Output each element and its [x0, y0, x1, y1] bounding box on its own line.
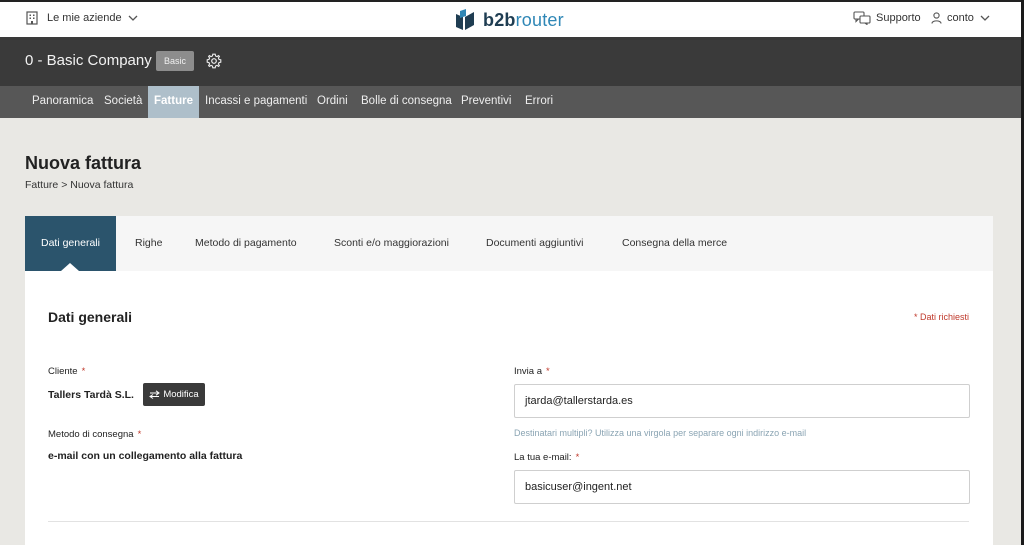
top-bar: Le mie aziende b2brouter Supporto conto	[0, 0, 1024, 37]
client-label: Cliente *	[48, 366, 85, 377]
client-value: Tallers Tardà S.L.	[48, 389, 134, 401]
required-star: *	[575, 452, 580, 463]
breadcrumb: Fatture > Nuova fattura	[25, 179, 133, 191]
logo-text-light: router	[515, 9, 564, 30]
chat-icon	[853, 11, 871, 25]
breadcrumb-current: Nuova fattura	[70, 179, 134, 191]
account-label: conto	[947, 12, 974, 24]
companies-label: Le mie aziende	[47, 12, 122, 24]
send-to-label: Invia a *	[514, 366, 550, 377]
company-bar: 0 - Basic Company	[0, 37, 1021, 86]
chevron-down-icon	[980, 15, 990, 21]
gear-icon[interactable]	[206, 53, 222, 69]
tab-documenti-aggiuntivi[interactable]: Documenti aggiuntivi	[486, 216, 583, 271]
your-email-label: La tua e-mail: *	[514, 452, 579, 463]
required-star: *	[546, 366, 550, 377]
required-star: *	[81, 366, 86, 377]
user-icon	[931, 12, 942, 24]
send-to-hint: Destinatari multipli? Utilizza una virgo…	[514, 428, 807, 438]
swap-icon	[149, 390, 161, 399]
tab-consegna-merce[interactable]: Consegna della merce	[622, 216, 727, 271]
invoice-tabs: Dati generali Righe Metodo di pagamento …	[25, 216, 993, 271]
main-nav: Panoramica Società Fatture Incassi e pag…	[0, 86, 1021, 118]
brand-logo[interactable]: b2brouter	[453, 8, 564, 32]
delivery-label-text: Metodo di consegna	[48, 429, 134, 440]
support-link[interactable]: Supporto	[853, 11, 921, 25]
tab-sconti-maggiorazioni[interactable]: Sconti e/o maggiorazioni	[334, 216, 449, 271]
logo-text-dark: b2b	[483, 9, 516, 30]
modify-label: Modifica	[163, 389, 199, 400]
account-menu[interactable]: conto	[931, 12, 995, 24]
nav-item-ordini[interactable]: Ordini	[317, 86, 348, 118]
section-title: Dati generali	[48, 309, 133, 325]
support-label: Supporto	[876, 12, 921, 24]
tab-metodo-pagamento[interactable]: Metodo di pagamento	[195, 216, 297, 271]
required-note: * Dati richiesti	[913, 312, 969, 322]
breadcrumb-separator-icon: >	[61, 179, 68, 191]
modify-client-button[interactable]: Modifica	[143, 383, 205, 406]
section-divider	[48, 521, 969, 522]
required-star: *	[137, 429, 142, 440]
companies-menu[interactable]: Le mie aziende	[26, 11, 147, 25]
tab-dati-generali[interactable]: Dati generali	[25, 216, 116, 271]
nav-item-societa[interactable]: Società	[104, 86, 142, 118]
chevron-down-icon	[128, 15, 138, 21]
send-to-label-text: Invia a	[514, 366, 542, 377]
nav-item-bolle-consegna[interactable]: Bolle di consegna	[361, 86, 452, 118]
plan-badge: Basic	[156, 51, 194, 71]
delivery-value: e-mail con un collegamento alla fattura	[48, 450, 243, 462]
nav-item-errori[interactable]: Errori	[525, 86, 553, 118]
send-to-input[interactable]: jtarda@tallerstarda.es	[514, 384, 970, 418]
building-icon	[26, 11, 38, 25]
page-title: Nuova fattura	[25, 153, 142, 173]
nav-item-fatture[interactable]: Fatture	[148, 86, 199, 118]
breadcrumb-link-fatture[interactable]: Fatture	[25, 179, 58, 191]
client-label-text: Cliente	[48, 366, 78, 377]
delivery-label: Metodo di consegna *	[48, 429, 141, 440]
logo-icon	[456, 9, 474, 30]
nav-item-preventivi[interactable]: Preventivi	[461, 86, 512, 118]
tab-righe[interactable]: Righe	[135, 216, 162, 271]
your-email-label-text: La tua e-mail:	[514, 452, 572, 463]
logo-text: b2brouter	[483, 10, 564, 31]
nav-item-incassi-pagamenti[interactable]: Incassi e pagamenti	[205, 86, 307, 118]
your-email-input[interactable]: basicuser@ingent.net	[514, 470, 970, 504]
company-name: 0 - Basic Company	[25, 52, 152, 69]
nav-item-panoramica[interactable]: Panoramica	[32, 86, 93, 118]
